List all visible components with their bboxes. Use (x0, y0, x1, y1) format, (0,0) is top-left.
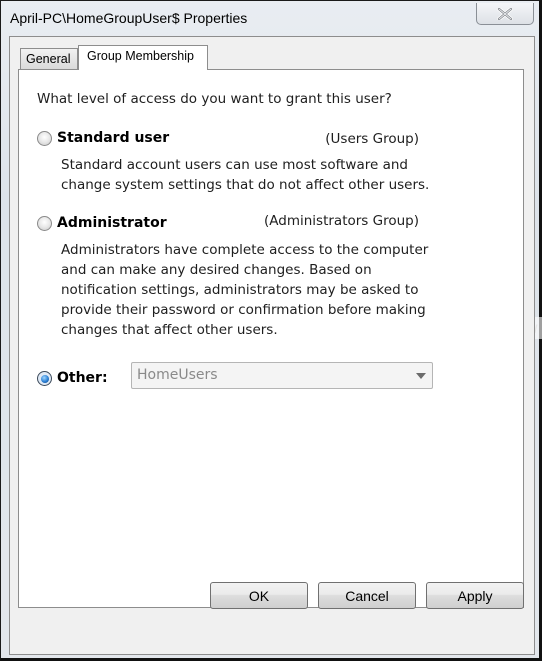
tab-group-membership[interactable]: Group Membership (78, 45, 208, 70)
cancel-button[interactable]: Cancel (318, 582, 416, 609)
dialog-body: General Group Membership What level of a… (9, 36, 535, 655)
standard-user-label[interactable]: Standard user (57, 130, 169, 146)
other-label[interactable]: Other: (57, 370, 108, 386)
standard-user-group: (Users Group) (325, 131, 419, 147)
close-button[interactable] (476, 3, 534, 25)
tab-general[interactable]: General (20, 48, 78, 69)
apply-button[interactable]: Apply (426, 582, 524, 609)
window-title: April-PC\HomeGroupUser$ Properties (10, 10, 248, 26)
ok-button[interactable]: OK (210, 582, 308, 609)
standard-user-description: Standard account users can use most soft… (61, 157, 430, 193)
group-combobox[interactable]: HomeUsers (131, 362, 433, 389)
access-question: What level of access do you want to gran… (37, 91, 392, 107)
administrator-label[interactable]: Administrator (57, 215, 167, 231)
other-radio[interactable] (37, 371, 52, 386)
administrator-group: (Administrators Group) (264, 213, 419, 229)
properties-dialog: Window April-PC\HomeGroupUser$ Propertie… (0, 0, 542, 661)
group-combobox-value: HomeUsers (137, 367, 218, 383)
tab-content-group-membership: What level of access do you want to gran… (18, 69, 524, 608)
close-icon (497, 7, 513, 20)
standard-user-radio[interactable] (37, 131, 52, 146)
administrator-description: Administrators have complete access to t… (61, 242, 429, 338)
chevron-down-icon[interactable] (416, 373, 426, 379)
administrator-radio[interactable] (37, 216, 52, 231)
